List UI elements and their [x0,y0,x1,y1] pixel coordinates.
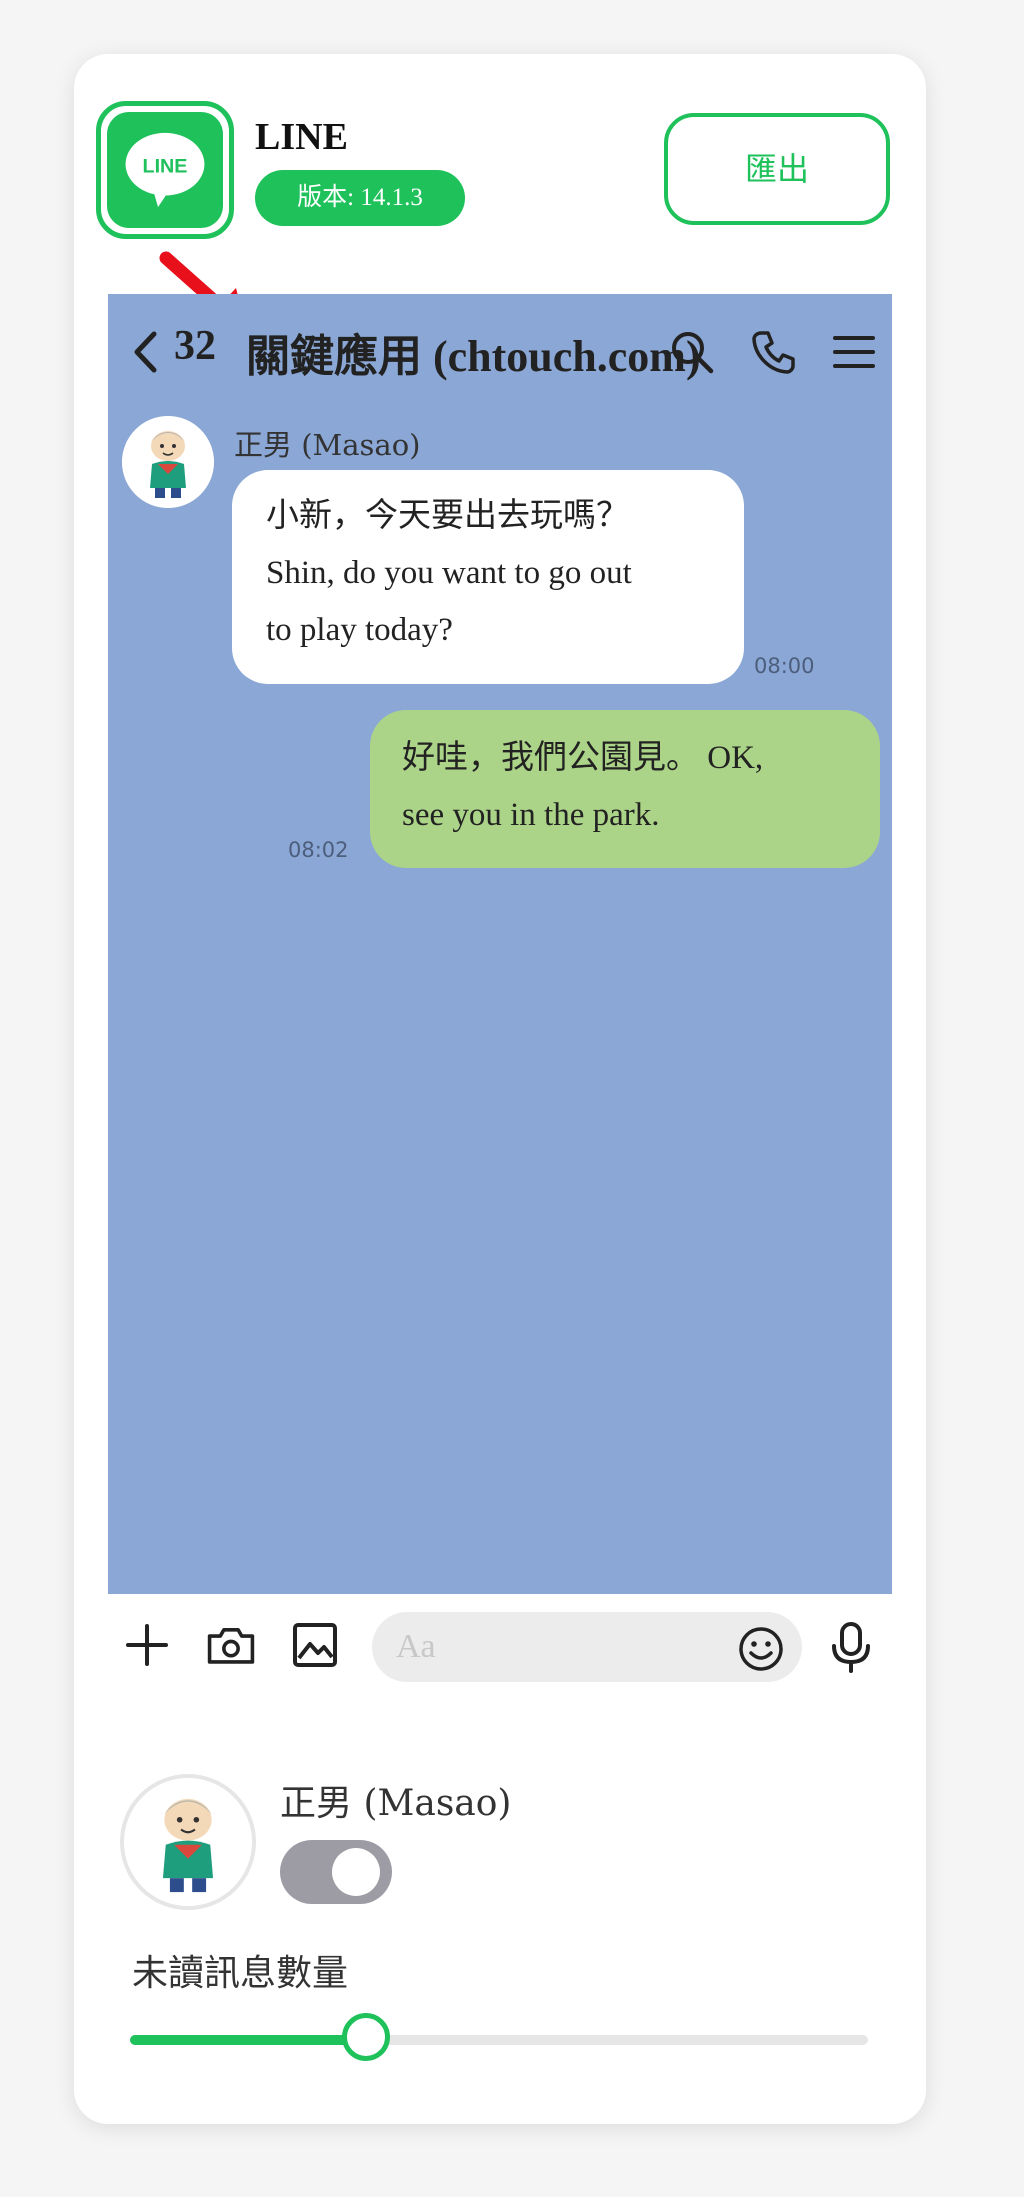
message-line: 好哇，我們公園見。 OK, [402,740,764,776]
slider-fill [130,2035,367,2045]
menu-icon[interactable] [830,328,878,376]
plus-icon[interactable] [122,1620,172,1670]
sender-name: 正男 (Masao) [234,428,421,462]
search-icon[interactable] [668,328,716,376]
friend-toggle[interactable] [280,1840,392,1904]
sender-avatar[interactable] [122,416,214,508]
message-time: 08:00 [754,654,815,678]
message-time: 08:02 [288,838,349,862]
chat-panel: 32 關鍵應用 (chtouch.com) 正男 (Masao) 小新，今天要出… [108,294,892,1594]
unread-count-slider-label: 未讀訊息數量 [132,1953,349,1994]
friend-avatar[interactable] [120,1774,256,1910]
unread-count-slider[interactable] [130,2013,868,2061]
message-line: 小新，今天要出去玩嗎？ [266,498,629,534]
export-button[interactable]: 匯出 [664,113,890,225]
outgoing-message-bubble[interactable]: 好哇，我們公園見。 OK, see you in the park. [370,710,880,868]
phone-icon[interactable] [750,328,798,376]
back-icon[interactable] [132,330,158,374]
friend-name: 正男 (Masao) [280,1783,512,1824]
masao-avatar-icon [124,1778,252,1906]
chat-header: 32 關鍵應用 (chtouch.com) [108,294,892,410]
chat-title: 關鍵應用 (chtouch.com) [246,332,701,381]
slider-thumb[interactable] [342,2013,391,2061]
line-logo-text: LINE [143,155,188,177]
message-line: to play today? [266,612,453,648]
app-name: LINE [255,116,348,158]
masao-avatar-icon [122,416,214,508]
version-badge: 版本: 14.1.3 [255,170,465,226]
mic-icon[interactable] [826,1620,876,1674]
toggle-knob [332,1848,380,1896]
unread-count: 32 [174,323,216,369]
message-line: Shin, do you want to go out [266,555,632,591]
message-line: see you in the park. [402,797,660,833]
image-icon[interactable] [290,1620,340,1670]
emoji-icon[interactable] [736,1624,786,1674]
incoming-message-bubble[interactable]: 小新，今天要出去玩嗎？ Shin, do you want to go out … [232,470,744,684]
line-logo-icon: LINE [96,101,234,239]
camera-icon[interactable] [206,1620,256,1670]
